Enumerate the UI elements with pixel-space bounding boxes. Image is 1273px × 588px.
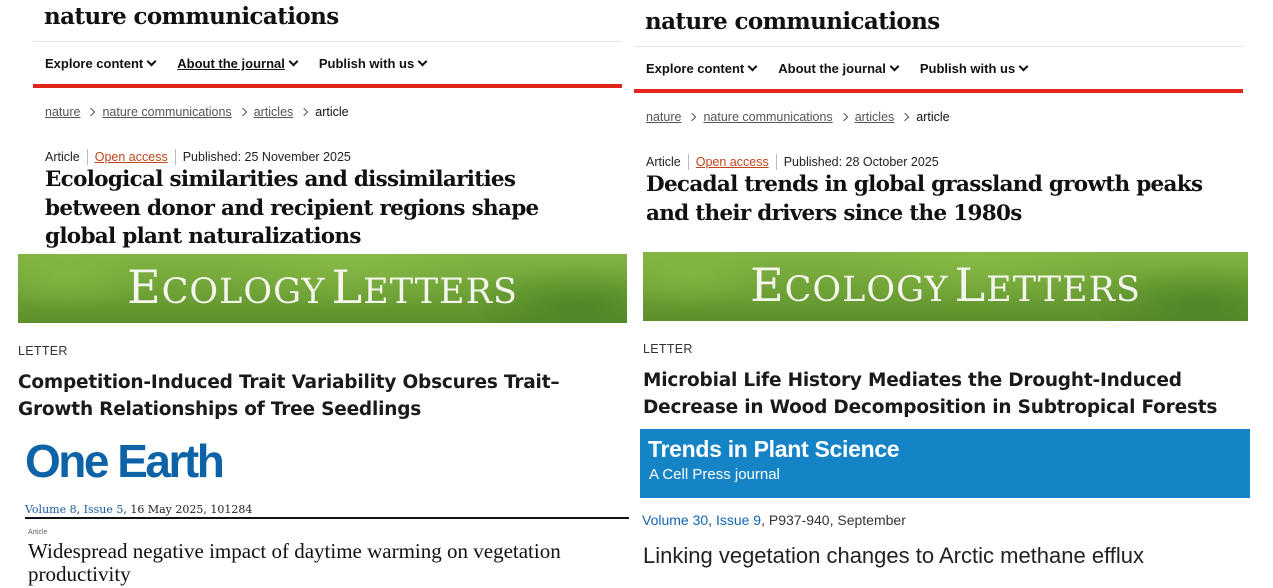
- article-title: Decadal trends in global grassland growt…: [646, 172, 1203, 226]
- section-rule: [25, 517, 629, 519]
- nav-accent-bar: [634, 89, 1243, 93]
- breadcrumb-articles[interactable]: articles: [254, 105, 294, 119]
- wordmark-part: ETTERS: [986, 270, 1141, 310]
- meta-divider: [775, 154, 777, 170]
- nav-label: Explore content: [646, 61, 745, 76]
- chevron-right-icon: [688, 112, 697, 122]
- chevron-right-icon: [901, 112, 910, 122]
- ecology-letters-wordmark: ECOLOGY LETTERS: [18, 260, 627, 314]
- meta-divider: [86, 149, 88, 165]
- issue-link[interactable]: Issue 5: [84, 503, 124, 516]
- article-type: Article: [28, 529, 48, 536]
- one-earth-logo[interactable]: One Earth: [25, 434, 225, 488]
- issue-info: Volume 30, Issue 9, P937-940, September: [642, 512, 906, 528]
- breadcrumb-journal[interactable]: nature communications: [102, 105, 231, 119]
- date-id: , 16 May 2025, 101284: [123, 503, 253, 516]
- open-access-link[interactable]: Open access: [95, 150, 168, 164]
- nav-label: Publish with us: [919, 61, 1016, 76]
- nav-accent-bar: [33, 84, 622, 88]
- ecology-letters-banner[interactable]: ECOLOGY LETTERS: [643, 252, 1248, 321]
- meta-divider: [174, 149, 176, 165]
- article-type-label: LETTER: [18, 344, 68, 358]
- meta-sep: ,: [76, 503, 84, 516]
- breadcrumb-articles[interactable]: articles: [855, 110, 895, 124]
- ecology-letters-banner[interactable]: ECOLOGY LETTERS: [18, 254, 627, 323]
- nav-publish-with-us[interactable]: Publish with us: [318, 56, 428, 71]
- trends-banner[interactable]: Trends in Plant Science A Cell Press jou…: [640, 429, 1250, 498]
- article-type: Article: [646, 155, 681, 169]
- breadcrumb: nature nature communications articles ar…: [646, 110, 950, 124]
- wordmark-part: COLOGY: [784, 270, 949, 310]
- article-title: Linking vegetation changes to Arctic met…: [643, 543, 1145, 568]
- pages-date: , P937-940, September: [761, 512, 906, 528]
- chevron-down-icon: [417, 56, 428, 67]
- wordmark-part: ETTERS: [363, 272, 518, 312]
- nav-about-journal[interactable]: About the journal: [177, 56, 299, 71]
- nav-label: About the journal: [778, 61, 886, 76]
- breadcrumb: nature nature communications articles ar…: [45, 105, 349, 119]
- open-access-link[interactable]: Open access: [696, 155, 769, 169]
- chevron-down-icon: [747, 61, 758, 72]
- breadcrumb-nature[interactable]: nature: [45, 105, 80, 119]
- chevron-right-icon: [839, 112, 848, 122]
- nav-about-journal[interactable]: About the journal: [778, 61, 900, 76]
- published-date: Published: 28 October 2025: [783, 155, 939, 169]
- meta-divider: [687, 154, 689, 170]
- nav-label: Publish with us: [318, 56, 415, 71]
- article-meta: Article Open access Published: 25 Novemb…: [45, 149, 351, 165]
- article-type: Article: [45, 150, 80, 164]
- article-title: Widespread negative impact of daytime wa…: [28, 539, 561, 586]
- ecology-letters-wordmark: ECOLOGY LETTERS: [643, 258, 1248, 312]
- wordmark-part: E: [127, 260, 162, 314]
- breadcrumb-journal[interactable]: nature communications: [703, 110, 832, 124]
- chevron-right-icon: [238, 107, 247, 117]
- nav-explore-content[interactable]: Explore content: [45, 56, 157, 71]
- chevron-right-icon: [300, 107, 309, 117]
- breadcrumb-nature[interactable]: nature: [646, 110, 681, 124]
- journal-name: Trends in Plant Science: [648, 436, 900, 462]
- article-title: Microbial Life History Mediates the Drou…: [643, 370, 1218, 418]
- issue-link[interactable]: Issue 9: [716, 512, 761, 528]
- article-type-label: LETTER: [643, 342, 693, 356]
- article-title: Ecological similarities and dissimilarit…: [45, 167, 539, 249]
- chevron-down-icon: [146, 56, 157, 67]
- main-nav: Explore content About the journal Publis…: [646, 61, 1029, 76]
- main-nav: Explore content About the journal Publis…: [45, 56, 428, 71]
- nav-publish-with-us[interactable]: Publish with us: [919, 61, 1029, 76]
- meta-sep: ,: [708, 512, 716, 528]
- header-divider: [33, 41, 622, 42]
- nav-explore-content[interactable]: Explore content: [646, 61, 758, 76]
- chevron-down-icon: [288, 56, 299, 67]
- nature-communications-logo[interactable]: nature communications: [645, 8, 940, 35]
- wordmark-part: L: [331, 260, 364, 314]
- breadcrumb-current: article: [916, 110, 950, 124]
- article-meta: Article Open access Published: 28 Octobe…: [646, 154, 939, 170]
- journal-subtitle: A Cell Press journal: [649, 466, 780, 483]
- article-title: Competition-Induced Trait Variability Ob…: [18, 372, 560, 420]
- header-divider: [634, 46, 1243, 47]
- chevron-down-icon: [889, 61, 900, 72]
- wordmark-part: COLOGY: [161, 272, 326, 312]
- nav-label: Explore content: [45, 56, 144, 71]
- nature-communications-logo[interactable]: nature communications: [44, 3, 339, 30]
- issue-info: Volume 8, Issue 5, 16 May 2025, 101284: [25, 503, 252, 516]
- nav-label: About the journal: [177, 56, 285, 71]
- chevron-right-icon: [87, 107, 96, 117]
- wordmark-part: E: [750, 258, 785, 312]
- published-date: Published: 25 November 2025: [182, 150, 351, 164]
- chevron-down-icon: [1018, 61, 1029, 72]
- wordmark-part: L: [954, 258, 987, 312]
- volume-link[interactable]: Volume 30: [642, 512, 708, 528]
- breadcrumb-current: article: [315, 105, 349, 119]
- volume-link[interactable]: Volume 8: [25, 503, 77, 516]
